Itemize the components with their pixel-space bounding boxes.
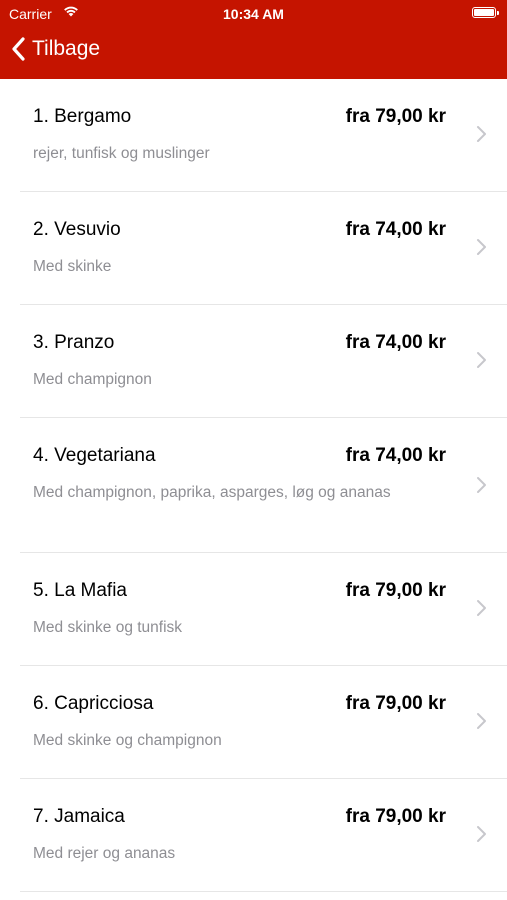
- back-button[interactable]: Tilbage: [10, 36, 100, 62]
- back-button-label: Tilbage: [32, 37, 101, 60]
- item-name: 4. Vegetariana: [33, 445, 156, 466]
- clock: 10:34 AM: [223, 6, 284, 22]
- item-price: fra 74,00 kr: [345, 219, 446, 240]
- list-item[interactable]: 3. Pranzo fra 74,00 kr Med champignon: [20, 305, 507, 418]
- chevron-right-icon: [477, 713, 486, 729]
- chevron-right-icon: [477, 126, 486, 142]
- item-name: 5. La Mafia: [33, 580, 127, 601]
- list-item[interactable]: 1. Bergamo fra 79,00 kr rejer, tunfisk o…: [20, 79, 507, 192]
- item-price: fra 74,00 kr: [345, 445, 446, 466]
- menu-list: 1. Bergamo fra 79,00 kr rejer, tunfisk o…: [0, 79, 507, 892]
- item-name: 3. Pranzo: [33, 332, 115, 353]
- item-price: fra 79,00 kr: [345, 106, 446, 127]
- navigation-bar: Carrier 10:34 AM Tilbage: [0, 0, 507, 79]
- item-description: rejer, tunfisk og muslinger: [33, 145, 210, 162]
- status-bar: Carrier 10:34 AM: [0, 0, 507, 28]
- chevron-left-icon: [12, 37, 25, 61]
- item-price: fra 74,00 kr: [345, 332, 446, 353]
- battery-icon: [472, 7, 499, 18]
- item-description: Med skinke og champignon: [33, 732, 222, 749]
- item-description: Med rejer og ananas: [33, 845, 176, 862]
- item-name: 1. Bergamo: [33, 106, 132, 127]
- item-name: 7. Jamaica: [33, 806, 125, 827]
- item-name: 2. Vesuvio: [33, 219, 121, 240]
- chevron-right-icon: [477, 600, 486, 616]
- list-item[interactable]: 7. Jamaica fra 79,00 kr Med rejer og ana…: [20, 779, 507, 892]
- chevron-right-icon: [477, 826, 486, 842]
- chevron-right-icon: [477, 477, 486, 493]
- item-price: fra 79,00 kr: [345, 580, 446, 601]
- chevron-right-icon: [477, 239, 486, 255]
- item-price: fra 79,00 kr: [345, 693, 446, 714]
- item-name: 6. Capricciosa: [33, 693, 154, 714]
- item-description: Med champignon, paprika, asparges, løg o…: [33, 484, 391, 501]
- item-description: Med champignon: [33, 371, 152, 388]
- list-item[interactable]: 5. La Mafia fra 79,00 kr Med skinke og t…: [20, 553, 507, 666]
- list-item[interactable]: 4. Vegetariana fra 74,00 kr Med champign…: [20, 418, 507, 553]
- list-item[interactable]: 2. Vesuvio fra 74,00 kr Med skinke: [20, 192, 507, 305]
- item-description: Med skinke og tunfisk: [33, 619, 183, 636]
- list-item[interactable]: 6. Capricciosa fra 79,00 kr Med skinke o…: [20, 666, 507, 779]
- item-description: Med skinke: [33, 258, 112, 275]
- item-price: fra 79,00 kr: [345, 806, 446, 827]
- chevron-right-icon: [477, 352, 486, 368]
